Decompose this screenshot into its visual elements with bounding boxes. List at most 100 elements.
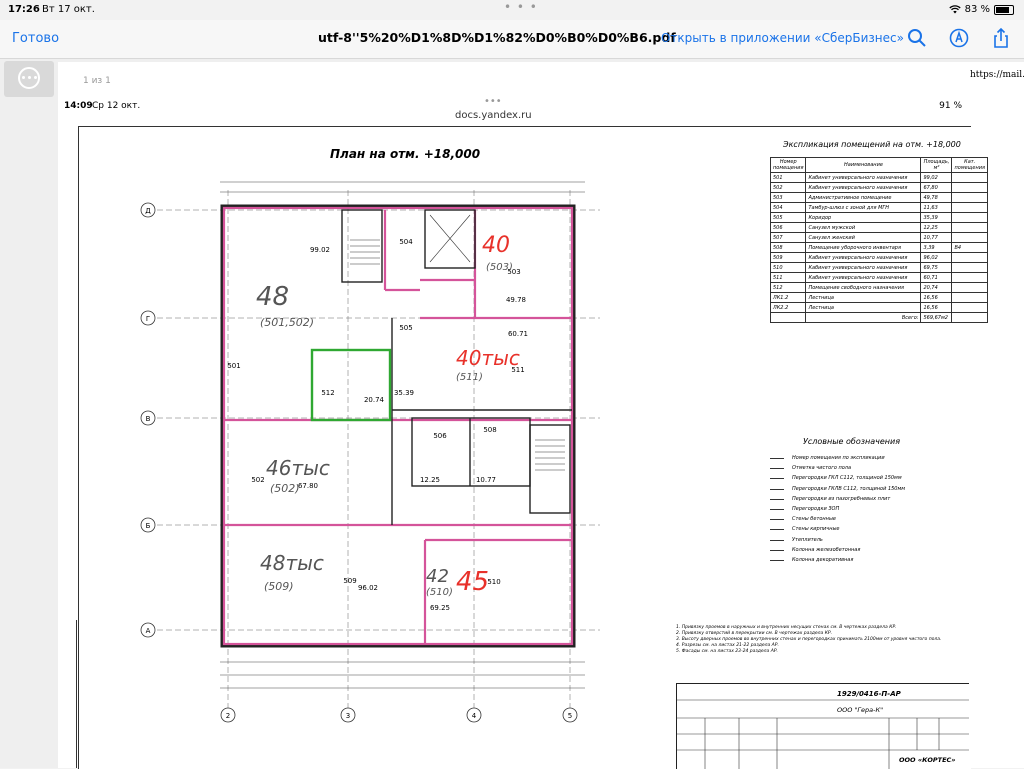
total-label: Всего: xyxy=(805,312,922,323)
room-id-502: 502 xyxy=(251,476,264,484)
room-area: 12,25 xyxy=(920,222,953,233)
room-area: 96,02 xyxy=(920,252,953,263)
room-id-501: 501 xyxy=(227,362,240,370)
embedded-dots-icon: ••• xyxy=(484,96,502,107)
room-category xyxy=(951,232,988,243)
table-total-row: Всего: 569,67м2 xyxy=(769,312,988,323)
table-row: 502 Кабинет универсального назначения 67,8… xyxy=(769,182,988,193)
room-number: 510 xyxy=(769,262,807,273)
search-icon[interactable] xyxy=(906,27,928,49)
embedded-battery: 91 % xyxy=(939,101,962,111)
table-row: 510 Кабинет универсального назначения 69,7… xyxy=(769,262,988,273)
room-number: 512 xyxy=(769,282,807,293)
axis-letter-v: В xyxy=(146,415,151,423)
handwritten-502: (502) xyxy=(270,482,300,495)
table-row: ЛК2.2 Лестница 16,56 xyxy=(769,302,988,313)
legend-item: Колонна декоративная xyxy=(770,555,905,565)
table-header-row: Номер помещения Наименование Площадь, м²… xyxy=(769,157,988,173)
room-area: 10,77 xyxy=(920,232,953,243)
room-category xyxy=(951,192,988,203)
room-name: Административное помещение xyxy=(805,192,922,203)
markup-icon[interactable] xyxy=(948,27,970,49)
room-id-508: 508 xyxy=(483,426,496,434)
room-area: 3,39 xyxy=(920,242,953,253)
room-id-505: 505 xyxy=(399,324,412,332)
battery-icon xyxy=(994,4,1014,15)
done-button[interactable]: Готово xyxy=(12,31,59,46)
room-category xyxy=(951,172,988,183)
room-area: 16,56 xyxy=(920,302,953,313)
room-name: Помещение свободного назначения xyxy=(805,282,922,293)
col-category: Кат. помещения xyxy=(951,157,988,173)
room-area: 11,63 xyxy=(920,202,953,213)
room-area-512: 20.74 xyxy=(364,396,385,404)
room-name: Кабинет универсального назначения xyxy=(805,262,922,273)
title-block-grid xyxy=(677,699,969,769)
room-category xyxy=(951,182,988,193)
status-date: Вт 17 окт. xyxy=(42,4,95,15)
room-number: 502 xyxy=(769,182,807,193)
col-name: Наименование xyxy=(805,157,922,173)
share-icon[interactable] xyxy=(990,27,1012,49)
room-name: Помещение уборочного инвентаря xyxy=(805,242,922,253)
page-thumbnail-toggle[interactable] xyxy=(4,61,54,97)
room-area: 99,02 xyxy=(920,172,953,183)
room-area-505: 35.39 xyxy=(394,389,414,397)
room-category xyxy=(951,292,988,303)
room-name: Кабинет универсального назначения xyxy=(805,172,922,183)
table-row: 501 Кабинет универсального назначения 99,0… xyxy=(769,172,988,183)
room-area-508: 10.77 xyxy=(476,476,496,484)
table-row: 505 Коридор 35,39 xyxy=(769,212,988,223)
more-icon xyxy=(18,67,40,89)
legend-item: Стены кирпичные xyxy=(770,524,905,534)
viewer-nav-bar: Готово utf-8''5%20%D1%8D%D1%82%D0%B0%D0%… xyxy=(0,20,1024,59)
note-line: 5. Фасады см. на листах 23-24 раздела АР… xyxy=(676,649,778,654)
handwritten-46tys: 46тыс xyxy=(266,456,330,480)
axis-number-3: 3 xyxy=(346,712,350,720)
handwritten-40-top: 40 xyxy=(482,233,510,258)
room-name: Тамбур-шлюз с зоной для МГН xyxy=(805,202,922,213)
page-indicator: 1 из 1 xyxy=(83,76,111,86)
axis-number-5: 5 xyxy=(568,712,572,720)
room-area: 67,80 xyxy=(920,182,953,193)
axis-number-2: 2 xyxy=(226,712,230,720)
room-id-506: 506 xyxy=(433,432,447,440)
wifi-icon xyxy=(948,5,961,14)
handwritten-48: 48 xyxy=(256,282,289,312)
status-right: 83 % xyxy=(948,4,1014,15)
room-area: 69,75 xyxy=(920,262,953,273)
handwritten-45: 45 xyxy=(456,567,489,597)
room-name: Лестница xyxy=(805,302,922,313)
room-number: 509 xyxy=(769,252,807,263)
legend-item: Перегородки из пазогребневых плит xyxy=(770,494,905,504)
total-value: 569,67м2 xyxy=(920,312,953,323)
left-title-strip xyxy=(58,620,77,768)
room-area: 35,39 xyxy=(920,212,953,223)
room-area-501: 99.02 xyxy=(310,246,330,254)
room-category xyxy=(951,302,988,313)
room-category xyxy=(951,202,988,213)
handwritten-511: (511) xyxy=(456,372,483,383)
explication-table: Номер помещения Наименование Площадь, м²… xyxy=(769,157,988,323)
embedded-url: docs.yandex.ru xyxy=(455,110,532,121)
axis-letter-b: Б xyxy=(146,522,151,530)
legend: Номер помещения по экспликации Отметка чи… xyxy=(770,453,905,565)
multitask-dots-icon[interactable]: • • • xyxy=(504,0,538,14)
legend-item: Отметка чистого пола xyxy=(770,463,905,473)
room-name: Кабинет универсального назначения xyxy=(805,272,922,283)
explication-title: Экспликация помещений на отм. +18,000 xyxy=(783,140,961,149)
room-name: Лестница xyxy=(805,292,922,303)
handwritten-503: (503) xyxy=(486,262,513,273)
notes: 1. Привязку проемов в наружных и внутрен… xyxy=(676,625,946,655)
embedded-time: 14:09 xyxy=(64,101,93,111)
status-bar: 17:26 Вт 17 окт. • • • 83 % xyxy=(0,0,1024,20)
open-in-app-button[interactable]: Открыть в приложении «СберБизнес» xyxy=(661,31,904,45)
legend-item: Перегородки ГКЛ С112, толщиной 150мм xyxy=(770,473,905,483)
table-row: 511 Кабинет универсального назначения 60,7… xyxy=(769,272,988,283)
handwritten-510: (510) xyxy=(426,587,453,598)
room-area: 49,78 xyxy=(920,192,953,203)
room-area-506: 12.25 xyxy=(420,476,440,484)
legend-item: Утеплитель xyxy=(770,535,905,545)
legend-item: Колонна железобетонная xyxy=(770,545,905,555)
title-block: 1929/0416-П-АР ООО "Гера-К" ООО «КОРТЕС» xyxy=(676,683,969,769)
